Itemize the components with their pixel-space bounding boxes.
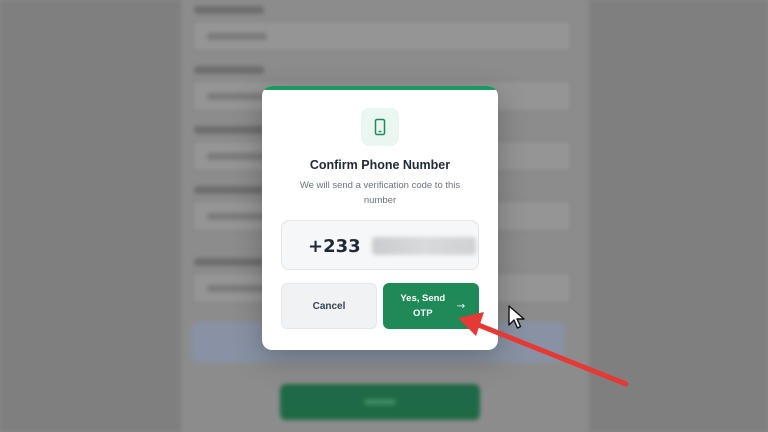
background-label: [194, 186, 264, 194]
background-label: [194, 66, 264, 74]
background-input: [192, 20, 572, 52]
cancel-button[interactable]: Cancel: [281, 283, 377, 329]
cancel-button-label: Cancel: [312, 300, 346, 312]
mouse-cursor-icon: [508, 305, 525, 329]
annotation-arrow-icon: [458, 312, 629, 387]
background-label: [194, 258, 264, 266]
background-label: [194, 6, 264, 14]
phone-country-code: +233: [308, 236, 361, 257]
modal-subtitle: We will send a verification code to this…: [299, 180, 461, 206]
phone-number-redacted: [372, 237, 476, 255]
modal-accent-bar: [262, 86, 498, 90]
smartphone-icon: [361, 108, 399, 146]
modal-title: Confirm Phone Number: [309, 158, 451, 172]
background-label: [194, 126, 264, 134]
phone-number-display: +233: [281, 220, 479, 270]
send-otp-button-label: Yes, Send OTP: [400, 293, 446, 319]
